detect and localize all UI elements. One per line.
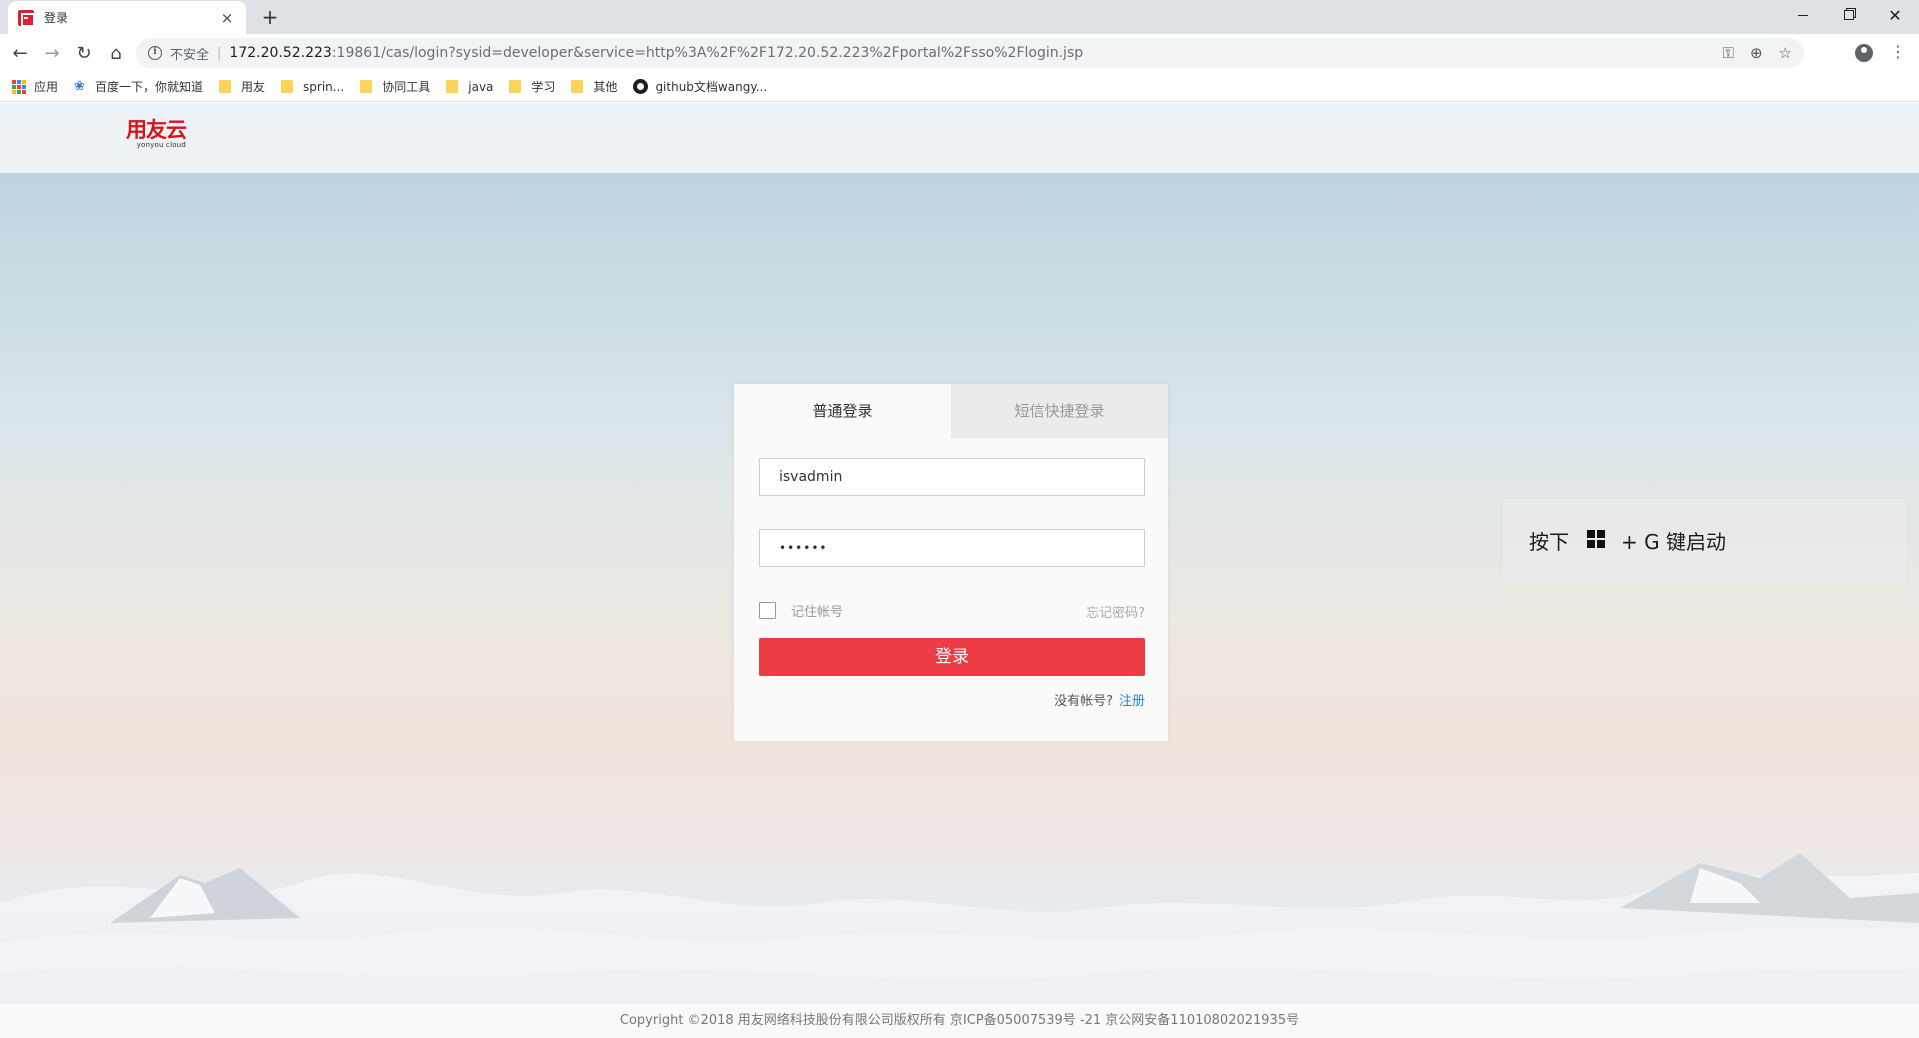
register-prompt: 没有帐号? 注册 [1054,690,1145,709]
bookmark-label: 百度一下，你就知道 [95,80,204,94]
url-path[interactable]: :19861/cas/login?sysid=developer&service… [332,45,1083,61]
bookmark-folder-other[interactable]: 其他 [571,78,617,95]
account-icon[interactable] [1855,44,1873,62]
bookmark-folder-study[interactable]: 学习 [509,78,555,95]
browser-tab-active[interactable]: 登录 × [8,1,246,34]
security-label[interactable]: 不安全 [170,44,209,63]
hint-text-before: 按下 [1529,530,1569,554]
login-tabs: 普通登录 短信快捷登录 [734,384,1168,438]
browser-menu-icon[interactable]: ⋮ [1890,42,1906,61]
bookmark-label: 学习 [531,80,556,94]
back-arrow-icon[interactable]: ← [6,39,34,67]
folder-icon [571,80,584,93]
remember-checkbox[interactable] [759,602,776,619]
bookmark-folder-collab[interactable]: 协同工具 [360,78,430,95]
yonyou-favicon-icon [18,9,35,27]
bookmark-label: 用友 [241,80,266,94]
window-minimize-button[interactable] [1780,0,1826,30]
windows-logo-icon [1587,529,1605,548]
site-info-icon[interactable]: i [148,46,162,60]
tab-sms-login[interactable]: 短信快捷登录 [951,384,1168,438]
window-restore-button[interactable] [1826,0,1872,30]
baidu-paw-icon: ❀ [74,78,85,94]
bookmark-folder-java[interactable]: java [446,80,493,94]
reload-icon[interactable]: ↻ [70,39,98,67]
username-input[interactable]: isvadmin [759,458,1145,496]
windows-hint-overlay: 按下 + G 键启动 [1503,499,1906,582]
page-footer: Copyright ©2018 用友网络科技股份有限公司版权所有 京ICP备05… [0,1004,1919,1038]
address-bar[interactable]: i 不安全 | 172.20.52.223:19861/cas/login?sy… [136,38,1804,68]
remember-account[interactable]: 记住帐号 [759,601,843,620]
bookmark-star-icon[interactable]: ☆ [1779,44,1792,62]
forgot-password-link[interactable]: 忘记密码? [1086,602,1145,621]
bookmark-label: java [468,79,494,94]
bookmark-label: 其他 [593,80,618,94]
logo-text: 用友云 [126,119,187,142]
browser-tabstrip: 登录 × + ✕ [0,0,1919,34]
bookmark-label: github文档wangy... [655,80,768,94]
bookmark-label: 应用 [34,80,59,94]
bookmark-folder-spring[interactable]: sprin... [281,80,344,94]
bookmark-apps[interactable]: 应用 [12,78,58,95]
tab-title: 登录 [44,11,69,25]
github-icon [633,79,649,94]
forward-arrow-icon[interactable]: → [38,39,66,67]
logo-subtext: yonyou cloud [136,141,186,149]
url-host[interactable]: 172.20.52.223 [229,45,331,61]
folder-icon [509,80,522,93]
folder-icon [281,80,294,93]
bookmark-folder-yonyou[interactable]: 用友 [219,78,265,95]
bookmark-github[interactable]: github文档wangy... [633,78,767,95]
hint-text-after: + G 键启动 [1621,530,1726,554]
yonyou-cloud-logo[interactable]: 用友云 yonyou cloud [126,119,187,150]
login-page: 用友云 yonyou cloud 普通登录 短信快捷登录 isvadmin ••… [0,103,1919,1038]
folder-icon [219,80,232,93]
zoom-icon[interactable]: ⊕ [1750,44,1763,62]
login-button[interactable]: 登录 [759,638,1145,676]
new-tab-button[interactable]: + [258,5,282,29]
bookmark-baidu[interactable]: ❀ 百度一下，你就知道 [74,78,203,95]
key-icon[interactable]: ⚿ [1723,44,1734,62]
home-icon[interactable]: ⌂ [102,39,130,67]
tab-normal-login[interactable]: 普通登录 [734,384,951,438]
window-close-button[interactable]: ✕ [1872,0,1918,30]
bookmarks-bar: 应用 ❀ 百度一下，你就知道 用友 sprin... 协同工具 java 学习 … [0,72,1919,102]
remember-label: 记住帐号 [791,605,844,620]
address-separator: | [217,45,222,61]
browser-toolbar: ← → ↻ ⌂ i 不安全 | 172.20.52.223:19861/cas/… [0,34,1919,72]
register-link[interactable]: 注册 [1119,694,1145,709]
apps-icon [12,79,26,94]
bookmark-label: sprin... [303,79,345,94]
password-input[interactable]: •••••• [759,529,1145,567]
no-account-text: 没有帐号? [1054,694,1113,709]
tab-close-icon[interactable]: × [218,9,236,27]
folder-icon [360,80,373,93]
bookmark-label: 协同工具 [382,80,431,94]
login-card: 普通登录 短信快捷登录 isvadmin •••••• 记住帐号 忘记密码? 登… [734,384,1168,741]
site-header: 用友云 yonyou cloud [0,103,1919,173]
folder-icon [446,80,459,93]
